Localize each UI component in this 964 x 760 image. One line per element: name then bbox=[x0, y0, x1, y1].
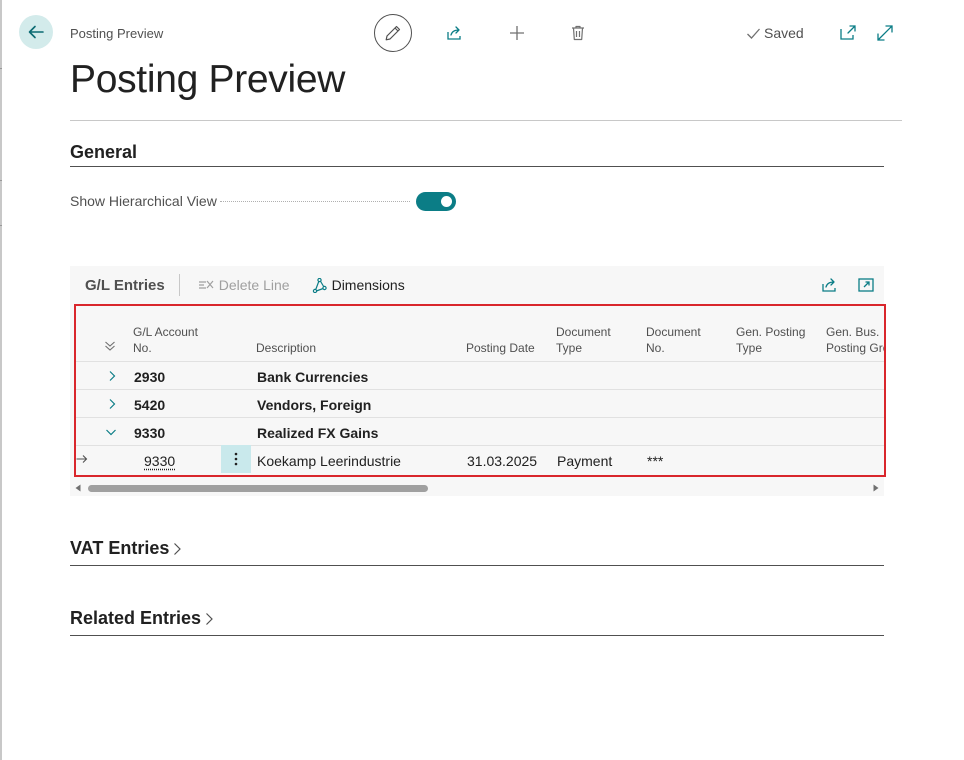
column-header-gen-bus-posting-group[interactable]: Gen. Bus. Posting Gro bbox=[826, 324, 884, 356]
row-document-type: Payment bbox=[557, 453, 613, 469]
dimensions-label: Dimensions bbox=[331, 277, 405, 293]
edit-button[interactable] bbox=[374, 14, 412, 52]
header-line-2: No. bbox=[133, 341, 152, 355]
header-line-2: Posting Gro bbox=[826, 341, 884, 355]
column-header-document-no[interactable]: Document No. bbox=[646, 324, 701, 356]
related-entries-heading-label: Related Entries bbox=[70, 608, 202, 628]
scroll-right-arrow-icon[interactable] bbox=[872, 484, 880, 492]
header-line-2: No. bbox=[646, 341, 665, 355]
open-new-window-icon[interactable] bbox=[839, 24, 857, 42]
chevron-right-icon[interactable] bbox=[106, 398, 118, 410]
header-line-1: Gen. Posting bbox=[736, 325, 806, 339]
more-vertical-icon bbox=[234, 452, 238, 466]
chevron-right-icon bbox=[174, 542, 182, 555]
chevron-down-icon[interactable] bbox=[105, 426, 117, 438]
part-open-page-icon[interactable] bbox=[857, 276, 875, 294]
general-section-divider bbox=[70, 166, 884, 167]
account-no-link-text[interactable]: 9330 bbox=[144, 453, 175, 469]
row-account-no: 9330 bbox=[134, 425, 166, 441]
gl-entries-grid: G/L Account No. Description Posting Date… bbox=[74, 304, 884, 476]
header-line-2: Type bbox=[556, 341, 583, 355]
left-window-edge bbox=[0, 0, 2, 760]
back-button[interactable] bbox=[19, 15, 53, 49]
vat-entries-heading-label: VAT Entries bbox=[70, 538, 170, 558]
show-hierarchical-view-label: Show Hierarchical View bbox=[70, 193, 217, 209]
delete-line-label: Delete Line bbox=[218, 277, 290, 293]
horizontal-scrollbar[interactable] bbox=[74, 483, 884, 493]
chevron-right-icon bbox=[206, 612, 213, 625]
header-line-1: G/L Account bbox=[133, 325, 198, 339]
row-description: Realized FX Gains bbox=[257, 425, 379, 441]
header-line-1: Gen. Bus. bbox=[826, 325, 880, 339]
show-hierarchical-view-toggle[interactable] bbox=[416, 192, 456, 211]
page-title: Posting Preview bbox=[70, 58, 346, 101]
delete-line-button[interactable]: Delete Line bbox=[198, 277, 290, 293]
scrollbar-thumb[interactable] bbox=[88, 485, 428, 492]
gl-entries-toolbar: G/L Entries Delete Line Dimensions bbox=[70, 266, 884, 304]
part-share-icon[interactable] bbox=[820, 276, 838, 294]
row-actions-button[interactable] bbox=[221, 445, 251, 473]
trash-icon[interactable] bbox=[569, 24, 587, 42]
header-line-1: Document bbox=[556, 325, 611, 339]
row-account-no: 2930 bbox=[134, 369, 166, 385]
gl-entries-part: G/L Entries Delete Line Dimensions G/L A… bbox=[70, 266, 884, 496]
dimensions-button[interactable]: Dimensions bbox=[312, 277, 405, 293]
header-line-2: Type bbox=[736, 341, 763, 355]
row-description: Koekamp Leerindustrie bbox=[257, 453, 401, 469]
general-section-heading[interactable]: General bbox=[70, 142, 137, 163]
row-description: Vendors, Foreign bbox=[257, 397, 372, 413]
header-line-1: Document bbox=[646, 325, 701, 339]
grid-divider bbox=[74, 417, 884, 418]
delete-line-icon bbox=[198, 280, 214, 289]
column-header-gl-account-no[interactable]: G/L Account No. bbox=[133, 324, 198, 356]
breadcrumb: Posting Preview bbox=[70, 26, 164, 41]
dimensions-icon bbox=[312, 277, 327, 293]
general-heading-label: General bbox=[70, 142, 138, 162]
title-divider bbox=[70, 120, 902, 121]
saved-label: Saved bbox=[764, 25, 804, 41]
related-entries-section-heading[interactable]: Related Entries bbox=[70, 608, 214, 629]
checkmark-icon bbox=[747, 28, 760, 39]
vat-entries-section-heading[interactable]: VAT Entries bbox=[70, 538, 182, 559]
column-header-gen-posting-type[interactable]: Gen. Posting Type bbox=[736, 324, 805, 356]
related-entries-divider bbox=[70, 635, 884, 636]
row-document-no: *** bbox=[647, 453, 664, 469]
row-posting-date: 31.03.2025 bbox=[467, 453, 538, 469]
row-account-no: 5420 bbox=[134, 397, 166, 413]
gl-entries-title[interactable]: G/L Entries bbox=[85, 277, 165, 294]
plus-icon[interactable] bbox=[508, 24, 526, 42]
grid-divider bbox=[74, 389, 884, 390]
saved-status: Saved bbox=[746, 25, 804, 41]
vat-entries-divider bbox=[70, 565, 884, 566]
row-description: Bank Currencies bbox=[257, 369, 369, 385]
arrow-left-icon bbox=[28, 25, 44, 39]
column-header-description[interactable]: Description bbox=[256, 340, 316, 356]
scroll-left-arrow-icon[interactable] bbox=[74, 484, 82, 492]
grid-divider bbox=[74, 445, 884, 446]
row-account-no-link[interactable]: 9330 bbox=[144, 453, 175, 469]
toolbar-separator bbox=[178, 274, 180, 296]
expand-icon[interactable] bbox=[876, 24, 894, 42]
column-header-document-type[interactable]: Document Type bbox=[556, 324, 611, 356]
pencil-icon bbox=[385, 25, 401, 41]
chevron-right-icon[interactable] bbox=[106, 370, 118, 382]
share-icon[interactable] bbox=[445, 24, 463, 42]
toggle-knob bbox=[441, 196, 452, 207]
column-header-posting-date[interactable]: Posting Date bbox=[466, 340, 535, 356]
current-row-arrow-icon bbox=[76, 455, 88, 463]
field-leader-dots bbox=[220, 201, 410, 202]
collapse-all-icon[interactable] bbox=[104, 340, 116, 352]
grid-divider bbox=[74, 361, 884, 362]
